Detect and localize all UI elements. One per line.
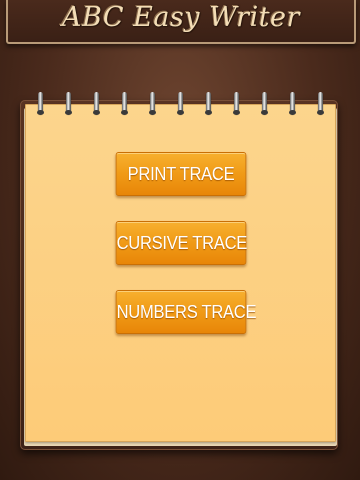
spiral-ring-icon: [93, 92, 100, 115]
spiral-ring-icon: [37, 92, 44, 115]
cursive-trace-button[interactable]: CURSIVE TRACE: [115, 221, 247, 265]
app-title: ABC Easy Writer: [62, 2, 300, 33]
spiral-ring-icon: [205, 92, 212, 115]
spiral-ring-icon: [233, 92, 240, 115]
title-banner: ABC Easy Writer: [6, 0, 356, 44]
spiral-ring-icon: [289, 92, 296, 115]
spiral-ring-icon: [261, 92, 268, 115]
spiral-ring-icon: [121, 92, 128, 115]
numbers-trace-button[interactable]: NUMBERS TRACE: [115, 290, 257, 334]
spiral-ring-icon: [65, 92, 72, 115]
print-trace-button[interactable]: PRINT TRACE: [115, 152, 247, 196]
app-screen: ABC Easy Writer PRINT TRACE CURSIVE TRAC…: [0, 0, 360, 480]
spiral-ring-icon: [149, 92, 156, 115]
spiral-ring-icon: [317, 92, 324, 115]
spiral-ring-icon: [177, 92, 184, 115]
spiral-binding: [34, 92, 330, 118]
